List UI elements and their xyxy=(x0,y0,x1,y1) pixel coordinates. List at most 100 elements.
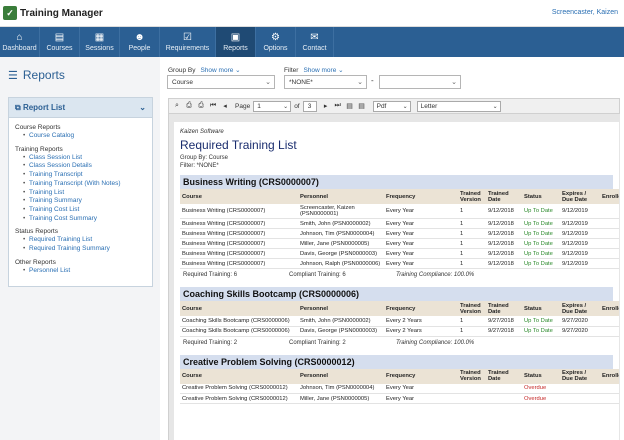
table-cell: 9/12/2019 xyxy=(560,238,600,249)
report-link[interactable]: Training Summary xyxy=(15,197,146,206)
nav-dashboard[interactable]: ⌂ Dashboard xyxy=(0,27,40,57)
column-header: Frequency xyxy=(384,189,458,204)
report-link[interactable]: Required Training Summary xyxy=(15,245,146,254)
filter-label: Filter Show more ⌄ xyxy=(284,66,344,74)
print-icon[interactable]: ⎙ xyxy=(184,102,194,110)
report-link[interactable]: Training Cost Summary xyxy=(15,215,146,224)
table-cell: Coaching Skills Bootcamp (CRS0000006) xyxy=(180,326,298,337)
table-cell: 1 xyxy=(458,204,486,219)
course-table: Course Personnel Frequency Trained Version T… xyxy=(180,301,619,337)
report-link[interactable]: Training List xyxy=(15,189,146,198)
table-header-row: Course Personnel Frequency Trained Version T… xyxy=(180,368,619,384)
nav-options[interactable]: ⚙ Options xyxy=(256,27,296,57)
table-cell: Up To Date xyxy=(522,238,560,249)
report-link[interactable]: Class Session List xyxy=(15,154,146,163)
table-cell: Every Year xyxy=(384,218,458,229)
nav-reports[interactable]: ▣ Reports xyxy=(216,27,256,57)
report-sections: Business Writing (CRS0000007) Course Perso… xyxy=(180,175,619,404)
nav-people[interactable]: ☻ People xyxy=(120,27,160,57)
nav-requirements[interactable]: ☑ Requirements xyxy=(160,27,216,57)
table-row: Creative Problem Solving (CRS0000012) Joh… xyxy=(180,383,619,394)
report-viewer-toolbar: ⌕ ⎙ ⎙ ⏮ ◂ Page 1 ⌄ of 3 ▸ ⏭ ▤ ▤ Pdf ⌄ Lett… xyxy=(168,98,620,114)
print-preview-icon[interactable]: ⎙ xyxy=(196,102,206,110)
course-table: Course Personnel Frequency Trained Version T… xyxy=(180,189,619,269)
table-cell: 9/27/2018 xyxy=(486,316,522,327)
top-header: ✓ Training Manager Screencaster, Kaizen xyxy=(0,0,624,27)
user-menu[interactable]: Screencaster, Kaizen xyxy=(552,9,618,16)
group-by-show-more-link[interactable]: Show more ⌄ xyxy=(200,67,240,74)
table-cell xyxy=(600,248,619,259)
column-header: Personnel xyxy=(298,368,384,384)
chevron-down-icon[interactable]: ⌄ xyxy=(139,103,146,112)
table-cell: Every Year xyxy=(384,258,458,269)
summary-required: Required Training: 2 xyxy=(183,339,238,346)
table-cell: 1 xyxy=(458,316,486,327)
column-header: Expires / Due Date xyxy=(560,368,600,384)
table-cell: Smith, John (PSN0000002) xyxy=(298,316,384,327)
binoculars-icon[interactable]: ⌕ xyxy=(172,102,182,110)
save-icon[interactable]: ▤ xyxy=(345,102,355,110)
previous-page-icon[interactable]: ◂ xyxy=(220,102,230,110)
table-cell: Every Year xyxy=(384,383,458,394)
paper-size-select[interactable]: Letter ⌄ xyxy=(416,100,501,112)
filter-field-select[interactable]: *NONE* ⌄ xyxy=(284,75,367,89)
filter-field-value: *NONE* xyxy=(289,79,313,86)
table-cell xyxy=(600,393,619,404)
report-title: Required Training List xyxy=(180,138,297,152)
summary-compliance: Training Compliance: 100.0% xyxy=(396,272,475,278)
report-link[interactable]: Personnel List xyxy=(15,267,146,276)
table-cell: Every 2 Years xyxy=(384,316,458,327)
table-cell: Johnson, Tim (PSN0000004) xyxy=(298,383,384,394)
filter-show-more-link[interactable]: Show more ⌄ xyxy=(303,67,343,74)
report-list-title-text: Report List xyxy=(22,102,66,112)
report-page: Kaizen Software Required Training List G… xyxy=(174,122,619,440)
table-cell: 1 xyxy=(458,248,486,259)
report-link[interactable]: Training Cost List xyxy=(15,206,146,215)
of-label: of xyxy=(294,102,300,110)
column-header: Expires / Due Date xyxy=(560,189,600,204)
table-cell xyxy=(458,383,486,394)
group-by-select[interactable]: Course ⌄ xyxy=(167,75,275,89)
course-table: Course Personnel Frequency Trained Version T… xyxy=(180,368,619,404)
report-list-body: Course ReportsCourse Catalog Training Rep… xyxy=(9,118,152,286)
table-cell: Overdue xyxy=(522,393,560,404)
report-link[interactable]: Training Transcript xyxy=(15,171,146,180)
table-cell: Business Writing (CRS0000007) xyxy=(180,248,298,259)
export-icon[interactable]: ▤ xyxy=(357,102,367,110)
format-select[interactable]: Pdf ⌄ xyxy=(372,100,411,112)
table-cell: Every Year xyxy=(384,393,458,404)
table-cell xyxy=(600,383,619,394)
table-row: Coaching Skills Bootcamp (CRS0000006) Smi… xyxy=(180,316,619,327)
table-cell: 9/12/2018 xyxy=(486,238,522,249)
nav-sessions[interactable]: ▦ Sessions xyxy=(80,27,120,57)
last-page-icon[interactable]: ⏭ xyxy=(333,102,343,110)
next-page-icon[interactable]: ▸ xyxy=(321,102,331,110)
reports-icon: ▣ xyxy=(230,32,241,43)
section-summary: Required Training: 2 Compliant Training: … xyxy=(180,337,613,349)
table-cell xyxy=(560,393,600,404)
table-cell xyxy=(458,393,486,404)
report-link[interactable]: Required Training List xyxy=(15,236,146,245)
checkbox-icon: ☑ xyxy=(183,32,192,43)
table-cell: Up To Date xyxy=(522,248,560,259)
report-link[interactable]: Class Session Details xyxy=(15,162,146,171)
app-logo[interactable]: ✓ Training Manager xyxy=(3,6,103,20)
column-header: Frequency xyxy=(384,368,458,384)
column-header: Course xyxy=(180,301,298,316)
group-by-label: Group By Show more ⌄ xyxy=(168,66,241,74)
page-select[interactable]: 1 ⌄ xyxy=(253,100,292,112)
report-group-title: Other Reports xyxy=(15,258,56,266)
report-list-header[interactable]: ⧉ Report List ⌄ xyxy=(9,98,152,118)
table-cell xyxy=(600,326,619,337)
nav-contact[interactable]: ✉ Contact xyxy=(296,27,334,57)
nav-courses[interactable]: ▤ Courses xyxy=(40,27,80,57)
page-total: 3 xyxy=(302,100,317,112)
chevron-down-icon: ⌄ xyxy=(402,103,408,110)
filter-value-select[interactable]: ⌄ xyxy=(379,75,461,89)
report-group: Status ReportsRequired Training ListRequ… xyxy=(15,228,146,253)
first-page-icon[interactable]: ⏮ xyxy=(208,102,218,110)
nav-label: Requirements xyxy=(165,45,210,52)
report-link[interactable]: Training Transcript (With Notes) xyxy=(15,180,146,189)
report-link[interactable]: Course Catalog xyxy=(15,132,146,141)
report-list-panel: ⧉ Report List ⌄ Course ReportsCourse Cat… xyxy=(8,97,153,287)
